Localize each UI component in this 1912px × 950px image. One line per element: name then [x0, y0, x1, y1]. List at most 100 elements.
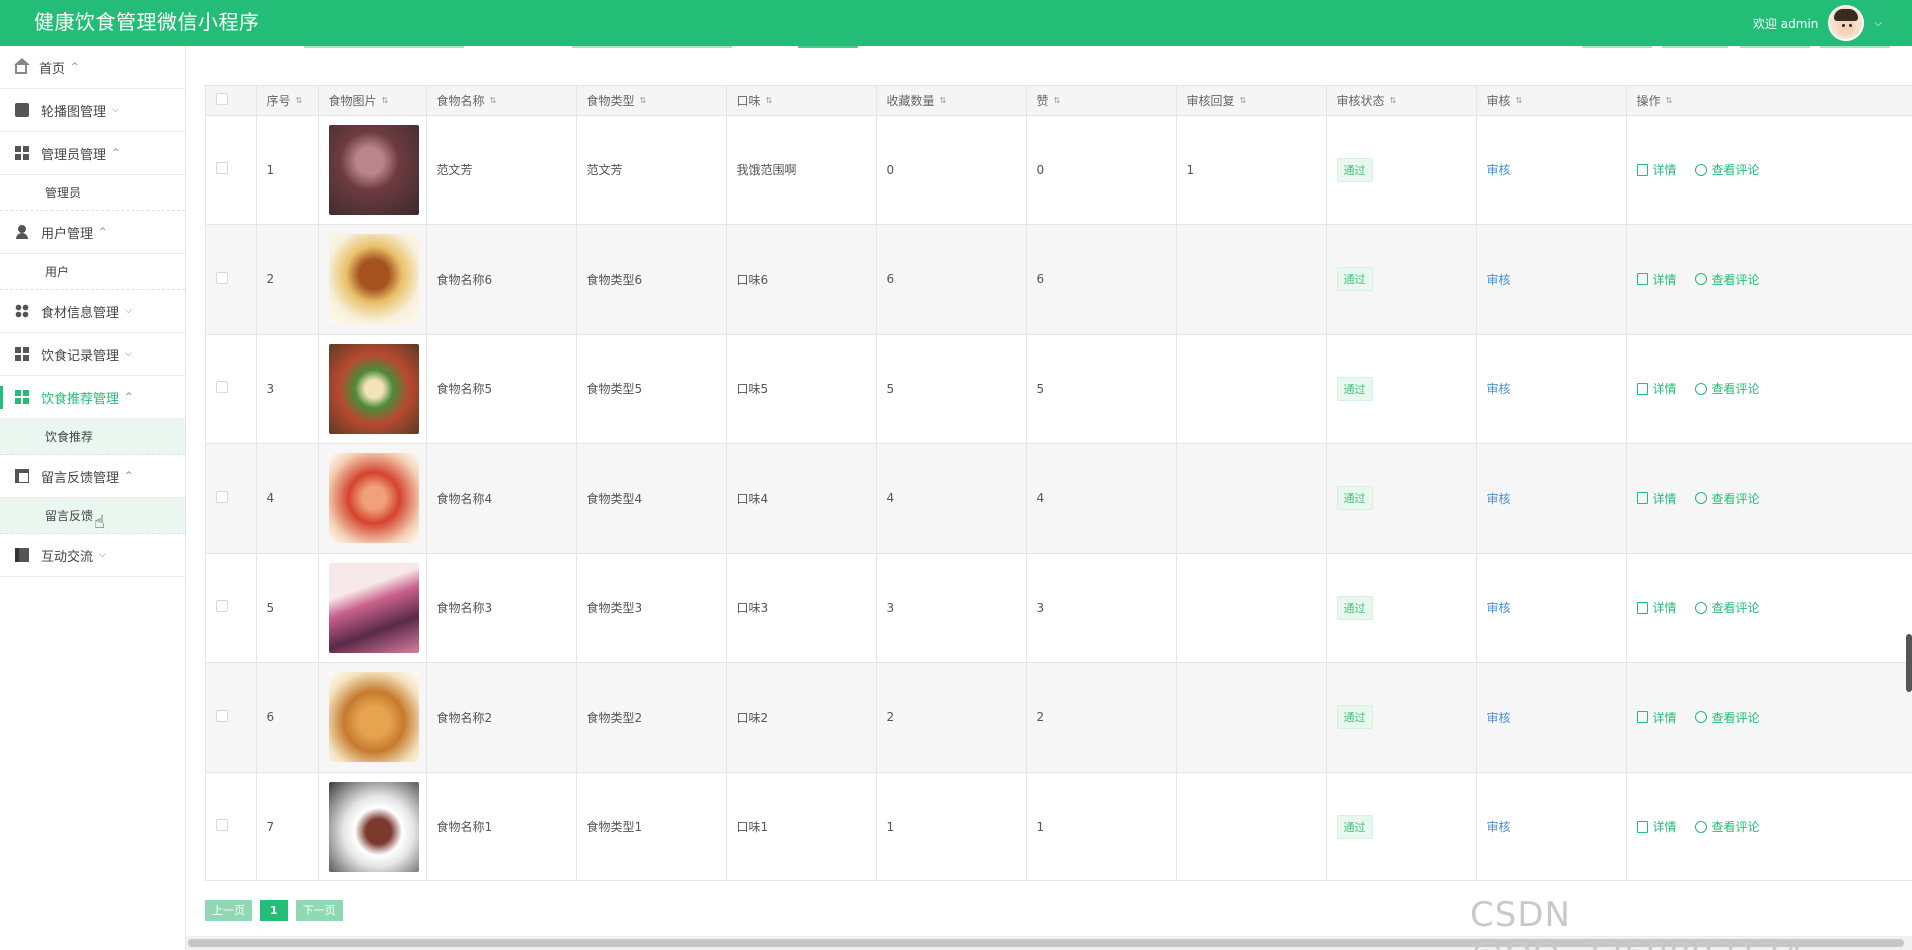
vertical-scrollbar[interactable]	[1906, 634, 1912, 692]
sidebar-subitem-user[interactable]: 用户	[0, 254, 185, 290]
column-header[interactable]: 食物名称 ⇅	[426, 86, 577, 116]
top-header: 健康饮食管理微信小程序 欢迎 admin ⌵	[0, 0, 1912, 46]
chevron-up-icon: ^	[112, 148, 120, 158]
view-comments-button[interactable]: 查看评论	[1694, 380, 1760, 397]
status-badge: 通过	[1336, 814, 1373, 839]
row-checkbox[interactable]	[216, 381, 228, 394]
review-link[interactable]: 审核	[1487, 163, 1511, 177]
data-table: 序号 ⇅ 食物图片 ⇅ 食物名称 ⇅ 食物类型 ⇅ 口味 ⇅ 收藏数量 ⇅ 赞 ⇅ 审核回复 ⇅…	[205, 85, 1912, 881]
row-select-cell[interactable]	[206, 334, 257, 444]
book-icon	[15, 548, 29, 562]
detail-button[interactable]: 详情	[1636, 818, 1677, 835]
prev-page-button[interactable]: 上一页	[205, 900, 252, 921]
row-checkbox[interactable]	[216, 162, 228, 175]
column-header[interactable]: 食物类型 ⇅	[576, 86, 727, 116]
row-select-cell[interactable]	[206, 443, 257, 554]
food-image	[328, 124, 419, 215]
review-link[interactable]: 审核	[1487, 601, 1511, 615]
cell-reply	[1176, 772, 1327, 880]
column-header[interactable]: 赞 ⇅	[1026, 86, 1177, 116]
row-checkbox[interactable]	[216, 600, 228, 613]
avatar[interactable]	[1828, 5, 1865, 41]
column-header[interactable]: 口味 ⇅	[726, 86, 877, 116]
view-comments-button[interactable]: 查看评论	[1694, 599, 1760, 616]
review-link[interactable]: 审核	[1487, 820, 1511, 834]
view-comments-button[interactable]: 查看评论	[1694, 818, 1760, 835]
watermark: CSDN @QQ_3359892174	[1470, 895, 1804, 950]
cell-review: 审核	[1476, 553, 1627, 663]
view-comments-button[interactable]: 查看评论	[1694, 490, 1760, 507]
row-select-cell[interactable]	[206, 772, 257, 880]
row-select-cell[interactable]	[206, 115, 257, 225]
sidebar-item-feedback[interactable]: 留言反馈管理 ^	[0, 455, 185, 498]
sidebar-item-home[interactable]: 首页 ^	[0, 46, 185, 89]
chevron-down-icon: ⌵	[125, 306, 132, 316]
cell-status: 通过	[1326, 772, 1477, 880]
column-header[interactable]: 食物图片 ⇅	[318, 86, 427, 116]
row-select-cell[interactable]	[206, 553, 257, 663]
view-comments-button[interactable]: 查看评论	[1694, 271, 1760, 288]
food-image	[328, 453, 419, 544]
column-header[interactable]: 收藏数量 ⇅	[876, 86, 1027, 116]
sort-icon: ⇅	[1053, 96, 1061, 106]
cell-no: 1	[256, 115, 319, 225]
sidebar-subitem-feedback[interactable]: 留言反馈	[0, 498, 185, 534]
detail-button[interactable]: 详情	[1636, 161, 1677, 178]
sidebar-item-diet-records[interactable]: 饮食记录管理 ⌵	[0, 333, 185, 376]
review-link[interactable]: 审核	[1487, 711, 1511, 725]
food-image	[328, 234, 419, 325]
review-link[interactable]: 审核	[1487, 382, 1511, 396]
row-checkbox[interactable]	[216, 490, 228, 503]
comment-icon	[1694, 163, 1707, 176]
select-all-checkbox[interactable]	[216, 92, 228, 105]
sidebar-item-label: 饮食推荐管理	[41, 391, 120, 407]
view-comments-button[interactable]: 查看评论	[1694, 161, 1760, 178]
column-header[interactable]: 操作 ⇅	[1626, 86, 1912, 116]
column-header[interactable]: 审核回复 ⇅	[1176, 86, 1327, 116]
page-number-button[interactable]: 1	[260, 900, 288, 921]
detail-button[interactable]: 详情	[1636, 709, 1677, 726]
view-comments-button[interactable]: 查看评论	[1694, 709, 1760, 726]
row-select-cell[interactable]	[206, 224, 257, 335]
sidebar-item-ingredients[interactable]: 食材信息管理 ⌵	[0, 290, 185, 333]
grid-icon	[15, 347, 29, 361]
sort-icon: ⇅	[765, 96, 773, 106]
cell-actions: 详情 查看评论	[1626, 662, 1912, 773]
cell-no: 7	[256, 772, 319, 880]
sort-icon: ⇅	[489, 96, 497, 106]
column-header[interactable]: 序号 ⇅	[256, 86, 319, 116]
cell-status: 通过	[1326, 334, 1477, 444]
select-all-cell[interactable]	[206, 86, 257, 116]
sidebar-subitem-admin[interactable]: 管理员	[0, 175, 185, 211]
detail-button[interactable]: 详情	[1636, 271, 1677, 288]
sidebar-item-carousel[interactable]: 轮播图管理 ⌵	[0, 89, 185, 132]
sidebar-item-diet-recommend[interactable]: 饮食推荐管理 ^	[0, 376, 185, 419]
document-icon	[1636, 492, 1648, 504]
chevron-up-icon: ^	[71, 62, 79, 72]
sidebar-item-admin[interactable]: 管理员管理 ^	[0, 132, 185, 175]
row-select-cell[interactable]	[206, 662, 257, 773]
sort-icon: ⇅	[1515, 96, 1523, 106]
chevron-down-icon[interactable]: ⌵	[1874, 18, 1882, 29]
row-checkbox[interactable]	[216, 271, 228, 284]
row-checkbox[interactable]	[216, 709, 228, 722]
user-menu[interactable]: 欢迎 admin ⌵	[1753, 5, 1882, 41]
review-link[interactable]: 审核	[1487, 273, 1511, 287]
detail-button[interactable]: 详情	[1636, 380, 1677, 397]
detail-button[interactable]: 详情	[1636, 490, 1677, 507]
review-link[interactable]: 审核	[1487, 492, 1511, 506]
column-header[interactable]: 审核状态 ⇅	[1326, 86, 1477, 116]
detail-button[interactable]: 详情	[1636, 599, 1677, 616]
next-page-button[interactable]: 下一页	[295, 900, 343, 921]
sidebar-item-users[interactable]: 用户管理 ^	[0, 211, 185, 254]
column-header[interactable]: 审核 ⇅	[1476, 86, 1627, 116]
cell-type: 食物类型5	[576, 334, 727, 444]
sidebar-item-interaction[interactable]: 互动交流 ⌵	[0, 534, 185, 577]
cell-like: 6	[1026, 224, 1177, 335]
sidebar-subitem-diet-recommend[interactable]: 饮食推荐	[0, 419, 185, 455]
cell-actions: 详情 查看评论	[1626, 115, 1912, 225]
sort-icon: ⇅	[939, 96, 947, 106]
row-checkbox[interactable]	[216, 819, 228, 832]
cell-like: 1	[1026, 772, 1177, 880]
cell-fav: 5	[876, 334, 1027, 444]
